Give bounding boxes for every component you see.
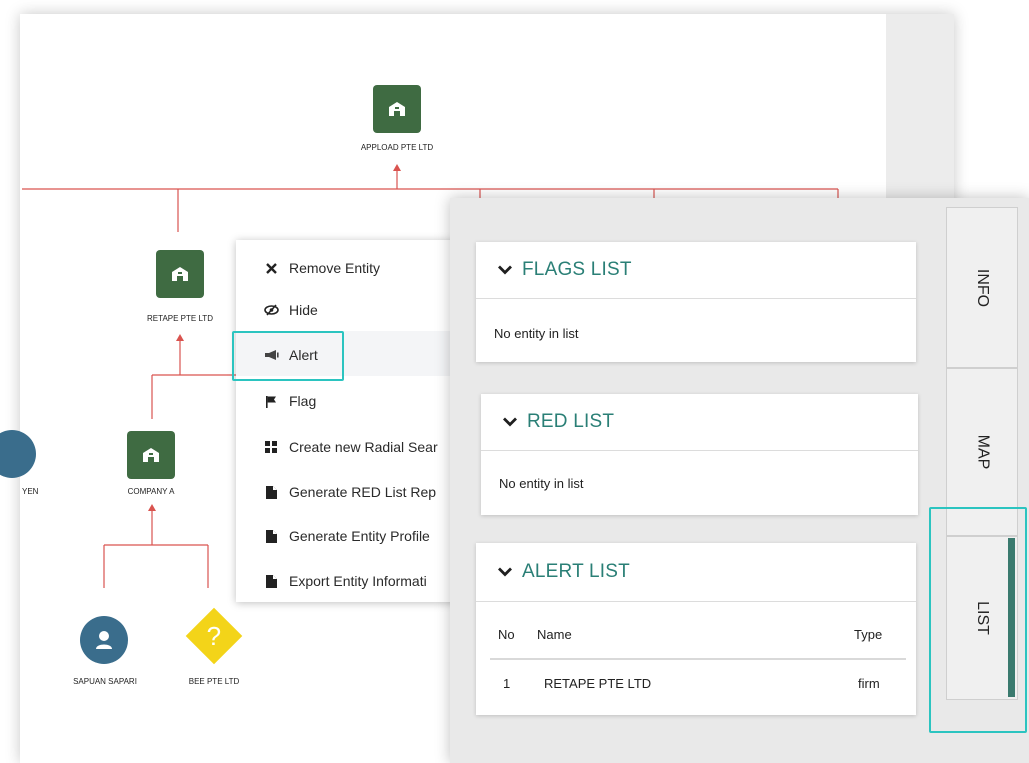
firm-node-retape[interactable] xyxy=(156,250,204,298)
person-node-sapuan[interactable] xyxy=(80,616,128,664)
menu-item-label: Generate RED List Rep xyxy=(289,484,437,500)
menu-item-label: Hide xyxy=(289,302,318,318)
menu-item-label: Flag xyxy=(289,393,317,409)
tab-info[interactable]: INFO xyxy=(946,207,1018,368)
menu-item-label: Remove Entity xyxy=(289,260,381,276)
alert-item-callout xyxy=(232,331,344,381)
menu-item-label: Create new Radial Sear xyxy=(289,439,438,455)
menu-item-red-list-report[interactable]: Generate RED List Rep xyxy=(263,482,436,502)
flags-list-header[interactable]: FLAGS LIST xyxy=(476,242,916,299)
node-label-bee: BEE PTE LTD xyxy=(188,677,240,686)
close-icon xyxy=(263,261,279,275)
column-header-no: No xyxy=(498,627,515,642)
row-no: 1 xyxy=(503,676,511,691)
column-header-name: Name xyxy=(537,627,572,642)
list-tab-callout xyxy=(929,507,1027,733)
node-label-appload: APPLOAD PTE LTD xyxy=(360,143,434,152)
menu-item-export-entity[interactable]: Export Entity Informati xyxy=(263,571,427,591)
menu-item-remove-entity[interactable]: Remove Entity xyxy=(263,258,380,278)
building-icon xyxy=(143,448,159,462)
chevron-down-icon xyxy=(498,265,512,275)
eye-slash-icon xyxy=(263,303,279,317)
node-label-retape: RETAPE PTE LTD xyxy=(147,314,213,323)
menu-item-hide[interactable]: Hide xyxy=(263,300,318,320)
flags-list-card: FLAGS LIST No entity in list xyxy=(476,242,916,362)
red-list-title: RED LIST xyxy=(527,411,615,432)
red-list-header[interactable]: RED LIST xyxy=(481,394,918,451)
alert-list-title: ALERT LIST xyxy=(522,561,630,582)
flag-icon xyxy=(263,394,279,408)
menu-item-label: Generate Entity Profile xyxy=(289,528,430,544)
user-icon xyxy=(96,631,112,649)
menu-item-radial-search[interactable]: Create new Radial Sear xyxy=(263,437,438,457)
node-label-yen: YEN xyxy=(22,487,39,496)
building-icon xyxy=(389,102,405,116)
chevron-down-icon xyxy=(498,567,512,577)
context-menu xyxy=(236,240,466,602)
alert-list-header[interactable]: ALERT LIST xyxy=(476,543,916,602)
menu-item-flag[interactable]: Flag xyxy=(263,391,316,411)
chevron-down-icon xyxy=(503,417,517,427)
building-icon xyxy=(172,267,188,281)
red-list-card: RED LIST No entity in list xyxy=(481,394,918,515)
tab-label: MAP xyxy=(973,434,991,470)
file-icon xyxy=(263,529,279,543)
menu-item-label: Export Entity Informati xyxy=(289,573,427,589)
flags-list-title: FLAGS LIST xyxy=(522,259,632,280)
grid-icon xyxy=(263,440,279,454)
file-icon xyxy=(263,574,279,588)
firm-node-company-a[interactable] xyxy=(127,431,175,479)
row-type: firm xyxy=(858,676,880,691)
tab-label: INFO xyxy=(974,268,991,307)
flags-list-empty: No entity in list xyxy=(494,326,579,341)
file-icon xyxy=(263,485,279,499)
firm-node-appload[interactable] xyxy=(373,85,421,133)
row-name[interactable]: RETAPE PTE LTD xyxy=(544,676,651,691)
column-header-type: Type xyxy=(854,627,883,642)
node-label-company-a: COMPANY A xyxy=(127,487,175,496)
red-list-empty: No entity in list xyxy=(499,476,584,491)
table-header-divider xyxy=(490,658,906,660)
menu-item-entity-profile[interactable]: Generate Entity Profile xyxy=(263,526,430,546)
question-icon: ? xyxy=(206,620,222,651)
node-label-sapuan: SAPUAN SAPARI xyxy=(73,677,137,686)
